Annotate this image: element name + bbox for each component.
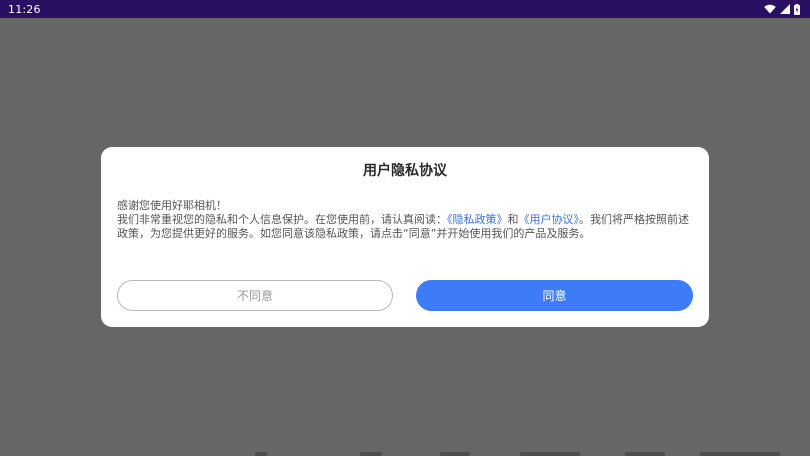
privacy-policy-link[interactable]: 《隐私政策》 — [447, 213, 508, 226]
obscured-background-content — [0, 447, 810, 456]
dialog-title: 用户隐私协议 — [363, 163, 447, 179]
dialog-body: 感谢您使用好耶相机！ 我们非常重视您的隐私和个人信息保护。在您使用前，请认真阅读… — [117, 199, 693, 241]
status-time: 11:26 — [8, 2, 41, 16]
body-start-text: 我们非常重视您的隐私和个人信息保护。在您使用前，请认真阅读： — [117, 213, 447, 226]
cellular-signal-icon — [780, 4, 790, 14]
decline-button[interactable]: 不同意 — [117, 280, 393, 311]
wifi-icon — [764, 4, 776, 14]
agreement-text: 我们非常重视您的隐私和个人信息保护。在您使用前，请认真阅读：《隐私政策》和《用户… — [117, 213, 693, 241]
status-icons — [764, 3, 800, 15]
battery-icon — [794, 3, 800, 15]
user-agreement-link[interactable]: 《用户协议》 — [519, 213, 580, 226]
greeting-text: 感谢您使用好耶相机！ — [117, 199, 227, 212]
privacy-agreement-dialog: 用户隐私协议 感谢您使用好耶相机！ 我们非常重视您的隐私和个人信息保护。在您使用… — [101, 147, 709, 327]
conjunction-text: 和 — [507, 213, 519, 226]
status-bar: 11:26 — [0, 0, 810, 18]
agree-button[interactable]: 同意 — [416, 280, 693, 311]
